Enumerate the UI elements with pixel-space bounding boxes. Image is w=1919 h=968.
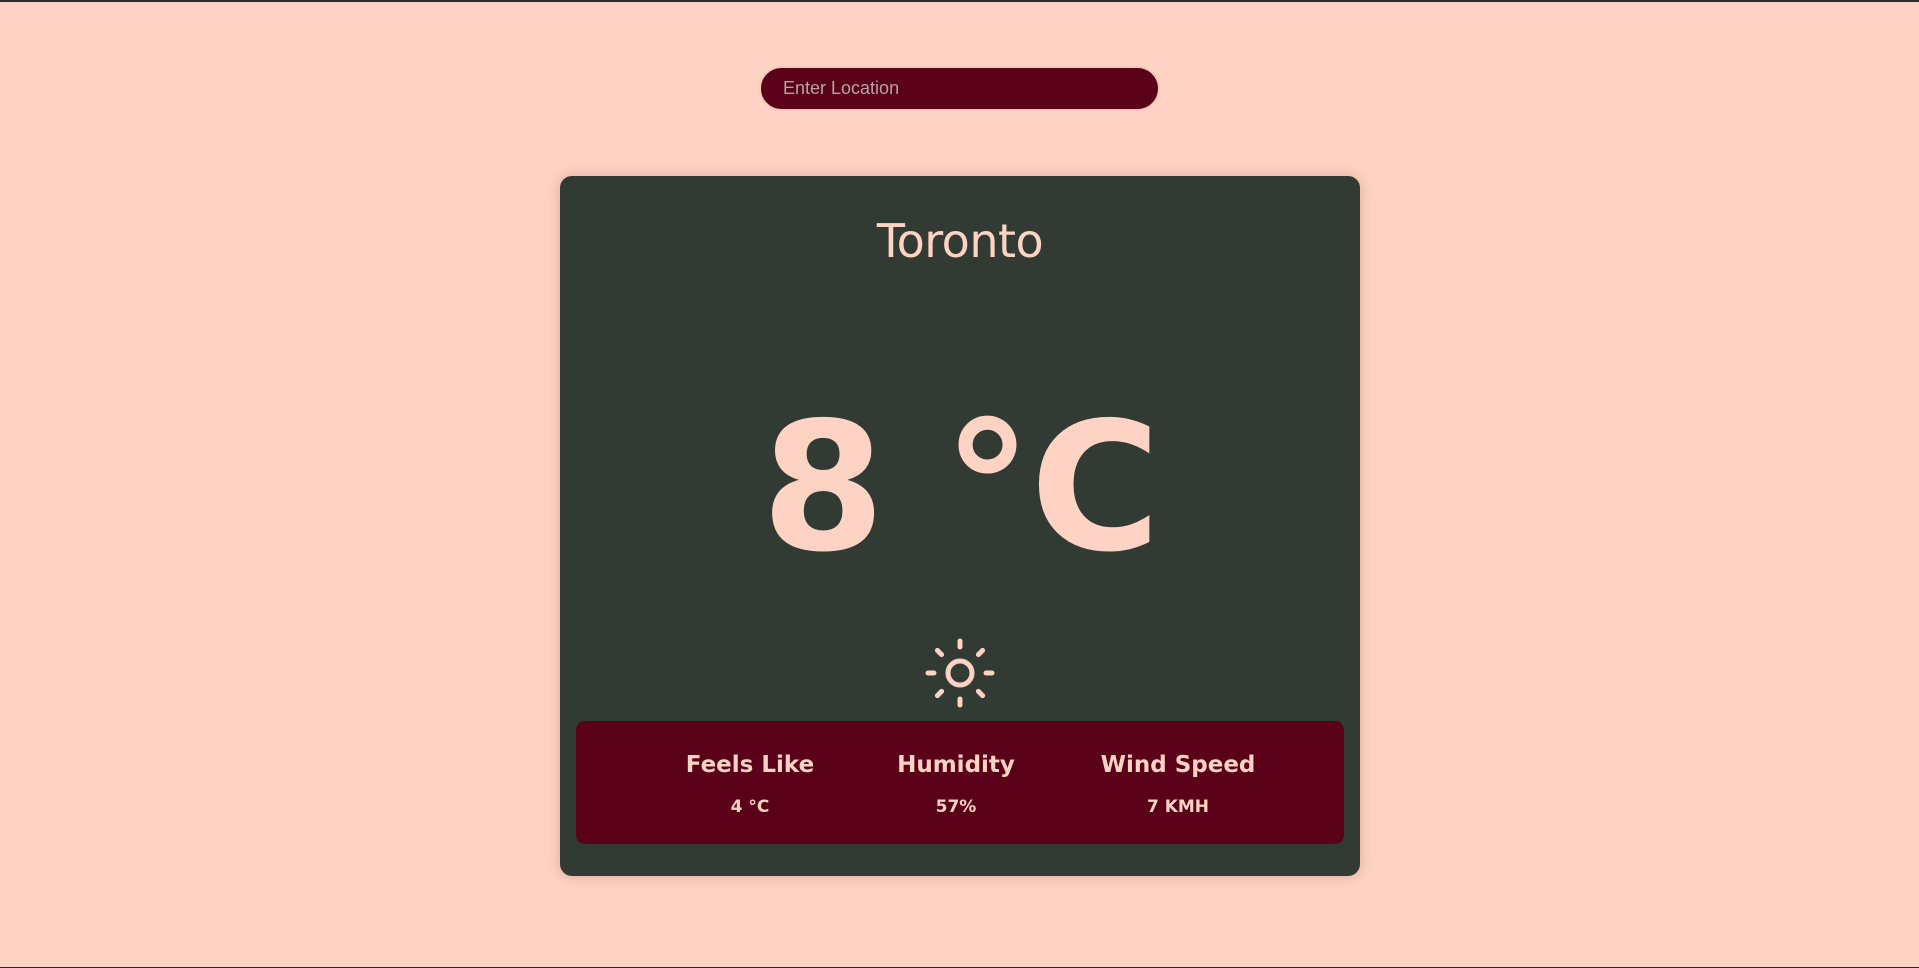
humidity-value: 57% [935, 797, 977, 817]
stat-wind-speed: Wind Speed 7 KMH [1078, 751, 1278, 817]
wind-speed-label: Wind Speed [1100, 752, 1256, 778]
temperature-value: 8 °C [761, 384, 1160, 591]
feels-like-value: 4 °C [730, 797, 770, 817]
humidity-label: Humidity [897, 752, 1015, 778]
location-search [759, 66, 1160, 111]
weather-stats-panel: Feels Like 4 °C Humidity 57% Wind Speed … [576, 721, 1344, 844]
wind-speed-value: 7 KMH [1146, 797, 1210, 817]
feels-like-label: Feels Like [685, 752, 815, 778]
stat-feels-like: Feels Like 4 °C [675, 751, 825, 817]
city-name: Toronto [876, 214, 1044, 268]
sun-icon [925, 638, 995, 708]
stat-humidity: Humidity 57% [881, 751, 1031, 817]
location-search-input[interactable] [759, 66, 1160, 111]
weather-card: Toronto 8 °C Feels Like 4 °C Humidity 57… [560, 176, 1360, 876]
